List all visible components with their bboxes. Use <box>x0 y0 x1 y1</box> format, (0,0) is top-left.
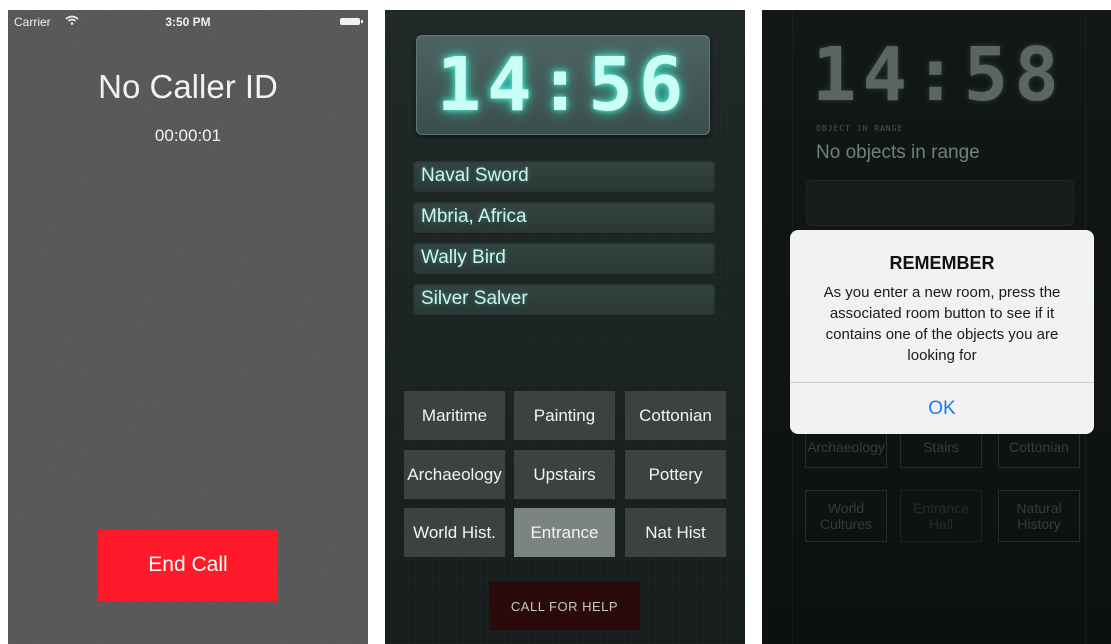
alert-message: As you enter a new room, press the assoc… <box>823 284 1061 364</box>
object-item: Silver Salver <box>413 283 715 315</box>
call-duration: 00:00:01 <box>154 126 222 145</box>
room-button-maritime[interactable]: Maritime <box>404 391 505 440</box>
room-button-painting[interactable]: Painting <box>514 391 615 440</box>
room-button-upstairs[interactable]: Upstairs <box>514 450 615 499</box>
call-for-help-button[interactable]: CALL FOR HELP <box>489 582 640 630</box>
alert-dialog: REMEMBER As you enter a new room, press … <box>790 230 1094 434</box>
caller-name: No Caller ID <box>98 68 278 105</box>
alert-screen: 14:58 OBJECT IN RANGE No objects in rang… <box>762 10 1111 644</box>
alert-title: REMEMBER <box>889 253 995 273</box>
ok-button[interactable]: OK <box>790 383 1094 434</box>
object-item: Wally Bird <box>413 242 715 274</box>
end-call-button[interactable]: End Call <box>98 529 278 601</box>
checklist-screen: 14:56 Naval Sword Mbria, Africa Wally Bi… <box>385 10 745 644</box>
status-time: 3:50 PM <box>165 15 211 29</box>
room-button-world-hist[interactable]: World Hist. <box>404 508 505 557</box>
object-list: Naval Sword Mbria, Africa Wally Bird Sil… <box>413 160 715 324</box>
room-button-cottonian[interactable]: Cottonian <box>625 391 726 440</box>
battery-icon <box>340 18 363 25</box>
room-button-pottery[interactable]: Pottery <box>625 450 726 499</box>
clock-time: 14:56 <box>436 42 690 128</box>
room-button-archaeology[interactable]: Archaeology <box>404 450 505 499</box>
object-item: Naval Sword <box>413 160 715 192</box>
clock-display: 14:56 <box>416 35 710 135</box>
object-item: Mbria, Africa <box>413 201 715 233</box>
status-bar: Carrier 3:50 PM <box>8 10 368 32</box>
call-screen: Carrier 3:50 PM No Caller ID 00:00:01 En… <box>8 10 368 644</box>
room-button-entrance[interactable]: Entrance <box>514 508 615 557</box>
room-button-nat-hist[interactable]: Nat Hist <box>625 508 726 557</box>
